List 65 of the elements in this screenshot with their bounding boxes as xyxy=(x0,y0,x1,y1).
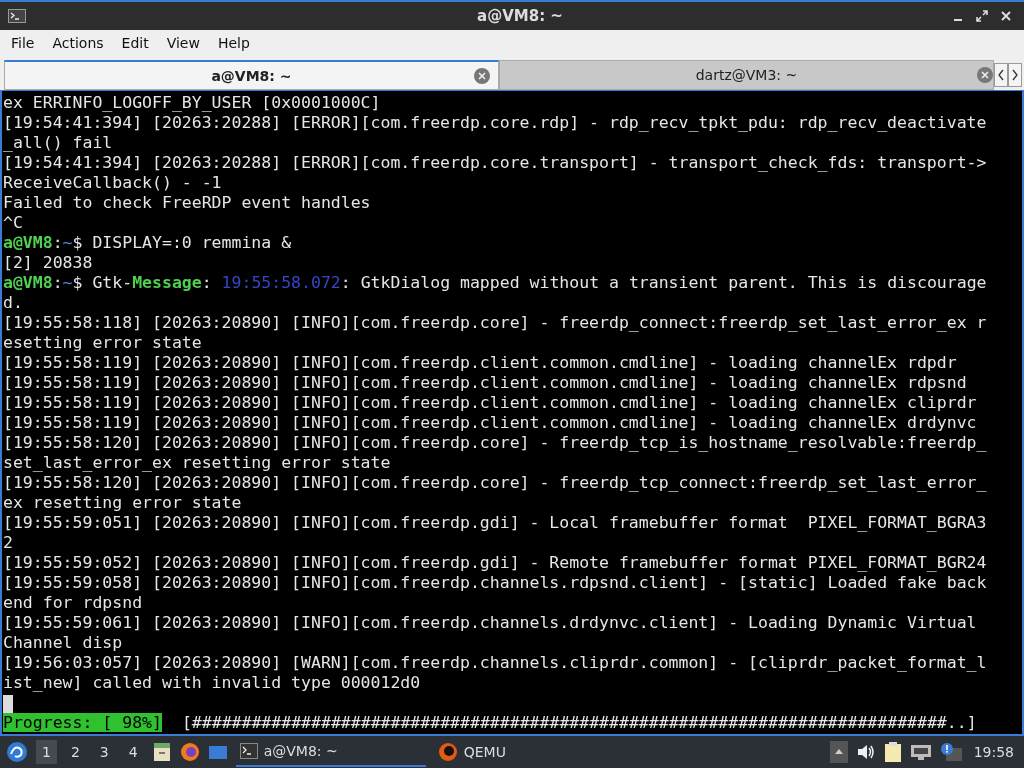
terminal-line: ^C xyxy=(3,213,24,233)
maximize-button[interactable] xyxy=(976,10,988,22)
window-title: a@VM8: ~ xyxy=(477,7,563,25)
scroll-right-button[interactable] xyxy=(1008,63,1022,87)
menu-item[interactable]: Actions xyxy=(43,35,113,51)
terminal-line: ex resetting error state xyxy=(3,493,243,513)
terminal-line: [19:55:59:061] [20263:20890] [INFO][com.freerdp.channels.drdynvc.client] - Loading Dynamic Virtual xyxy=(3,613,978,633)
workspace-button[interactable]: 3 xyxy=(93,740,115,764)
workspace-button[interactable]: 2 xyxy=(64,740,86,764)
close-tab-icon[interactable] xyxy=(474,67,490,84)
terminal-line: [19:55:58:119] [20263:20890] [INFO][com.freerdp.client.common.cmdline] - loading channelEx rdpsnd xyxy=(3,373,968,393)
terminal-line: end for rdpsnd xyxy=(3,593,144,613)
progress-bar-text: [############################################################################..] xyxy=(181,713,977,732)
clipboard-icon[interactable] xyxy=(883,741,902,763)
tray-expand-button[interactable] xyxy=(829,741,848,763)
workspace-button[interactable]: 4 xyxy=(122,740,144,764)
terminal-line: [19:55:59:051] [20263:20890] [INFO][com.freerdp.gdi] - Local framebuffer format PIXEL_FORMAT_BGRA3 xyxy=(3,513,988,533)
menu-item[interactable]: File xyxy=(2,35,44,51)
taskbar-task[interactable]: QEMU xyxy=(433,737,624,767)
progress-label: Progress: [ 98%] xyxy=(3,713,162,732)
menu-item[interactable]: View xyxy=(157,35,209,51)
terminal-icon xyxy=(8,9,26,23)
terminal-icon xyxy=(239,743,258,759)
terminal-line: Failed to check FreeRDP event handles xyxy=(3,193,372,213)
volume-icon[interactable] xyxy=(855,743,876,761)
terminal-line: [19:55:58:119] [20263:20890] [INFO][com.freerdp.client.common.cmdline] - loading channelEx drdynvc xyxy=(3,413,978,433)
close-tab-icon[interactable] xyxy=(977,67,993,83)
menu-item[interactable]: Help xyxy=(208,35,259,51)
terminal-line: ex ERRINFO_LOGOFF_BY_USER [0x0001000C] xyxy=(3,93,382,113)
file-cabinet-icon[interactable] xyxy=(151,742,172,762)
terminal-line: 2 xyxy=(3,533,14,553)
scroll-left-button[interactable] xyxy=(994,63,1008,87)
workspace-button[interactable]: 1 xyxy=(36,740,57,764)
terminal-line: [2] 20838 xyxy=(3,253,94,273)
menu-item[interactable]: Edit xyxy=(112,35,158,51)
terminal-line: [19:55:58:119] [20263:20890] [INFO][com.freerdp.client.common.cmdline] - loading channelEx cliprdr xyxy=(3,393,978,413)
terminal-line: ist_new] called with invalid type 000012d0 xyxy=(3,673,422,693)
tab[interactable]: dartz@VM3: ~ xyxy=(499,60,994,90)
terminal-line: esetting error state xyxy=(3,333,203,353)
close-button[interactable] xyxy=(1000,10,1012,22)
start-menu-icon[interactable] xyxy=(6,741,28,763)
terminal-line: [19:55:59:058] [20263:20890] [INFO][com.freerdp.channels.rdpsnd.client] - [static] Loaded fake back xyxy=(3,573,988,593)
terminal-line: a@VM8:~$ DISPLAY=:0 remmina & xyxy=(3,233,293,253)
taskbar-task[interactable]: a@VM8: ~ xyxy=(235,737,426,767)
cursor xyxy=(3,694,13,713)
terminal-line: ReceiveCallback() - -1 xyxy=(3,173,223,193)
terminal-line: set_last_error_ex resetting error state xyxy=(3,453,392,473)
terminal-line: a@VM8:~$ Gtk-Message: 19:55:58.072: GtkDialog mapped without a transient parent. This is discourage xyxy=(3,273,988,293)
terminal-line: [19:54:41:394] [20263:20288] [ERROR][com.freerdp.core.rdp] - rdp_recv_tpkt_pdu: rdp_recv_deactivate xyxy=(3,113,988,133)
terminal-line: [19:56:03:057] [20263:20890] [WARN][com.freerdp.channels.cliprdr.common] - [cliprdr_packet_format_l xyxy=(3,653,988,673)
browser-icon[interactable] xyxy=(179,742,200,762)
clock: 19:58 xyxy=(972,744,1015,760)
qemu-icon xyxy=(437,742,458,762)
terminal-line: [19:55:58:119] [20263:20890] [INFO][com.freerdp.client.common.cmdline] - loading channelEx rdpdr xyxy=(3,353,958,373)
terminal-line: [19:55:59:052] [20263:20890] [INFO][com.freerdp.gdi] - Remote framebuffer format PIXEL_FORMAT_BGR24 xyxy=(3,553,988,573)
terminal-line: Channel disp xyxy=(3,633,124,653)
terminal-line: [19:55:58:120] [20263:20890] [INFO][com.freerdp.core] - freerdp_tcp_is_hostname_resolvable:freerdp_ xyxy=(3,433,988,453)
terminal-line: _all() fail xyxy=(3,133,114,153)
terminal-line: d. xyxy=(3,293,24,313)
terminal-line: [19:55:58:118] [20263:20890] [INFO][com.freerdp.core] - freerdp_connect:freerdp_set_last_error_ex r xyxy=(3,313,988,333)
terminal-line: [19:54:41:394] [20263:20288] [ERROR][com.freerdp.core.transport] - transport_check_fds: transport-> xyxy=(3,153,988,173)
tab[interactable]: a@VM8: ~ xyxy=(4,60,499,90)
network-icon[interactable] xyxy=(909,743,932,761)
terminal-line: [19:55:58:120] [20263:20890] [INFO][com.freerdp.core] - freerdp_tcp_connect:freerdp_set_last_error_ xyxy=(3,473,988,493)
notification-icon[interactable] xyxy=(939,742,962,762)
